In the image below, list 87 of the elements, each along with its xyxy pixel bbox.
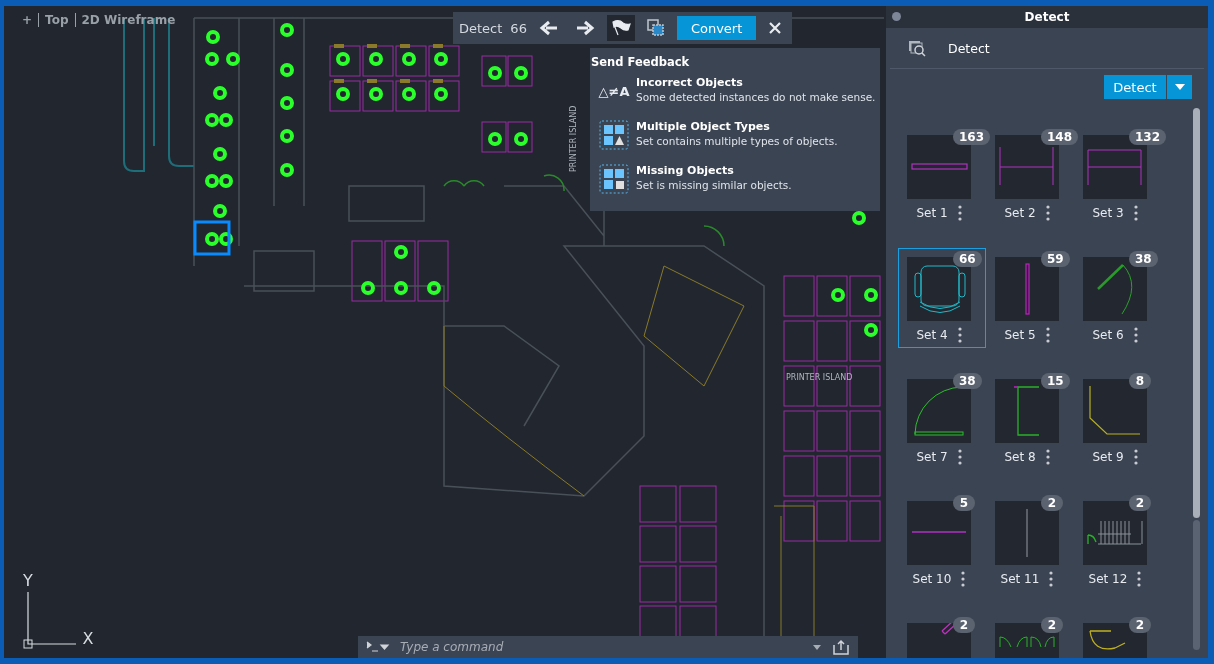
- menu-item-title: Incorrect Objects: [636, 76, 744, 89]
- more-options-icon[interactable]: [1137, 571, 1142, 587]
- set-card[interactable]: 38 Set 7: [898, 370, 986, 470]
- count-badge: 148: [1041, 129, 1079, 145]
- more-options-icon[interactable]: [961, 571, 966, 587]
- count-badge: 132: [1129, 129, 1167, 145]
- panel-title: Detect: [1024, 10, 1070, 24]
- count-badge: 2: [1041, 617, 1063, 633]
- missing-squares-icon: [599, 164, 629, 194]
- set-card[interactable]: 2 Set 11: [986, 492, 1074, 592]
- set-label: Set 2: [1004, 206, 1036, 220]
- menu-item-title: Missing Objects: [636, 164, 735, 177]
- set-label: Set 6: [1092, 328, 1124, 342]
- set-label: Set 11: [1000, 572, 1040, 586]
- more-options-icon[interactable]: [957, 449, 962, 465]
- more-options-icon[interactable]: [1045, 205, 1050, 221]
- count-badge: 38: [953, 373, 982, 389]
- count-badge: 8: [1129, 373, 1151, 389]
- mixed-shapes-icon: [599, 120, 629, 150]
- dropdown-caret-icon[interactable]: [812, 643, 822, 651]
- more-options-icon[interactable]: [1045, 449, 1050, 465]
- set-card[interactable]: 5 Set 10: [898, 492, 986, 592]
- detect-search-icon: [908, 39, 926, 57]
- set-card[interactable]: 2: [1074, 614, 1162, 658]
- more-options-icon[interactable]: [1133, 205, 1138, 221]
- set-card[interactable]: 2: [898, 614, 986, 658]
- printer-island-label: PRINTER ISLAND: [786, 373, 853, 382]
- viewport-control[interactable]: Top: [45, 13, 69, 27]
- set-label: Set 10: [912, 572, 952, 586]
- set-label: Set 7: [916, 450, 948, 464]
- menu-item-title: Multiple Object Types: [636, 120, 771, 133]
- set-card[interactable]: 66 Set 4: [898, 248, 986, 348]
- detect-count: 66: [510, 20, 527, 36]
- set-card[interactable]: 2: [986, 614, 1074, 658]
- viewport-control[interactable]: 2D Wireframe: [81, 13, 176, 27]
- printer-island-label: PRINTER ISLAND: [569, 105, 578, 172]
- section-title: Detect: [948, 40, 990, 56]
- count-badge: 5: [953, 495, 975, 511]
- not-equal-icon: △≠A: [598, 83, 630, 99]
- detect-menu-button[interactable]: [1166, 75, 1192, 99]
- count-badge: 2: [953, 617, 975, 633]
- count-badge: 15: [1041, 373, 1070, 389]
- set-label: Set 4: [916, 328, 948, 342]
- menu-item[interactable]: Multiple Object Types Set contains multiple types of objects.: [590, 114, 880, 158]
- scrollbar-thumb[interactable]: [1193, 108, 1200, 518]
- set-label: Set 1: [916, 206, 948, 220]
- more-options-icon[interactable]: [957, 327, 962, 343]
- menu-item[interactable]: △≠A Incorrect Objects Some detected instances do not make sense.: [590, 70, 880, 114]
- more-options-icon[interactable]: [1133, 327, 1138, 343]
- menu-item-description: Some detected instances do not make sense.: [636, 91, 876, 103]
- set-card[interactable]: 15 Set 8: [986, 370, 1074, 470]
- prompt-icon[interactable]: [366, 641, 390, 653]
- set-card[interactable]: 8 Set 9: [1074, 370, 1162, 470]
- toolbar-title: Detect: [459, 20, 503, 36]
- set-label: Set 12: [1088, 572, 1128, 586]
- share-icon[interactable]: [832, 639, 850, 655]
- more-options-icon[interactable]: [1133, 449, 1138, 465]
- axis-label: Y: [23, 572, 33, 590]
- menu-item-description: Set contains multiple types of objects.: [636, 135, 838, 147]
- more-options-icon[interactable]: [1049, 571, 1054, 587]
- count-badge: 38: [1129, 251, 1158, 267]
- more-options-icon[interactable]: [957, 205, 962, 221]
- count-badge: 59: [1041, 251, 1070, 267]
- set-label: Set 5: [1004, 328, 1036, 342]
- window-dot-icon[interactable]: [892, 12, 901, 21]
- command-input[interactable]: Type a command: [400, 640, 802, 654]
- set-label: Set 3: [1092, 206, 1124, 220]
- set-label: Set 9: [1092, 450, 1124, 464]
- menu-title: Send Feedback: [590, 55, 690, 69]
- more-options-icon[interactable]: [1045, 327, 1050, 343]
- count-badge: 2: [1129, 617, 1151, 633]
- count-badge: 163: [953, 129, 991, 145]
- set-card[interactable]: 59 Set 5: [986, 248, 1074, 348]
- count-badge: 66: [953, 251, 982, 267]
- selection-highlight: [193, 220, 231, 256]
- set-card[interactable]: 38 Set 6: [1074, 248, 1162, 348]
- axis-label: X: [82, 629, 94, 648]
- scrollbar-track[interactable]: [1193, 520, 1200, 650]
- count-badge: 2: [1129, 495, 1151, 511]
- ucs-axes-icon: [23, 591, 77, 649]
- viewport-control[interactable]: +: [22, 13, 33, 27]
- menu-item-description: Set is missing similar objects.: [636, 179, 792, 191]
- count-badge: 2: [1041, 495, 1063, 511]
- menu-item[interactable]: Missing Objects Set is missing similar objects.: [590, 158, 880, 202]
- command-field[interactable]: Type a command: [358, 636, 858, 658]
- set-label: Set 8: [1004, 450, 1036, 464]
- set-card[interactable]: 2 Set 12: [1074, 492, 1162, 592]
